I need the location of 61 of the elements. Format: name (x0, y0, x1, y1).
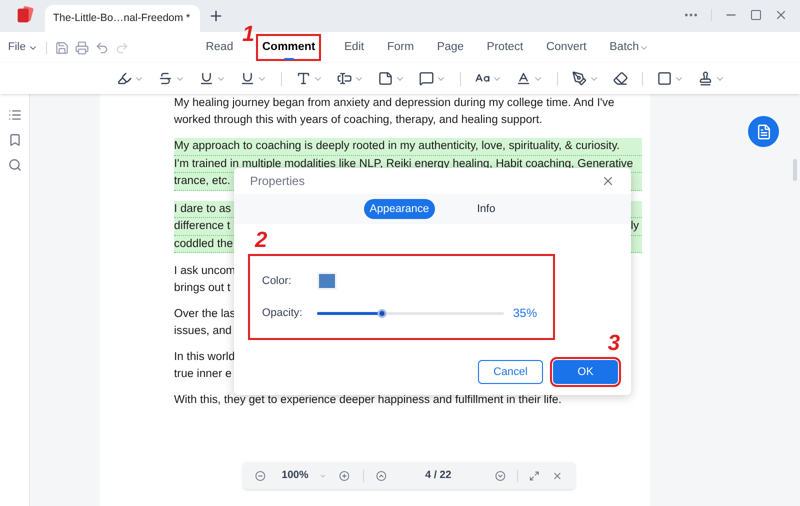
menu-tab[interactable]: Form (387, 38, 414, 56)
fullscreen-icon[interactable] (528, 468, 540, 482)
pen-icon[interactable] (572, 71, 587, 86)
menu-tab[interactable]: Edit (344, 38, 364, 56)
underline-icon[interactable] (199, 71, 214, 86)
print-icon[interactable] (74, 40, 89, 54)
page-indicator[interactable]: 4 / 22 (425, 468, 452, 484)
dialog-tab[interactable]: Appearance (364, 198, 435, 220)
outline-icon[interactable] (8, 108, 22, 122)
text-box-icon[interactable] (337, 71, 352, 86)
menu-tab[interactable]: Read (206, 38, 234, 56)
close-icon[interactable] (601, 174, 615, 188)
highlighter-icon[interactable] (117, 71, 132, 86)
text-icon[interactable] (296, 71, 311, 86)
rectangle-icon[interactable] (657, 71, 672, 86)
ok-button[interactable]: OK (553, 360, 618, 384)
comment-icon[interactable] (419, 71, 434, 86)
underline-icon[interactable] (240, 71, 255, 86)
undo-icon[interactable] (94, 40, 109, 54)
text-line: brings out t (174, 280, 230, 296)
note-icon[interactable] (378, 71, 393, 86)
text-line: worked through this with years of coaching, therapy, and healing support. (174, 112, 542, 128)
zoom-in-icon[interactable] (339, 468, 350, 482)
stamp-icon[interactable] (698, 71, 713, 86)
file-menu[interactable]: File (8, 39, 38, 56)
new-tab-icon[interactable] (208, 8, 224, 24)
callout-number: 3 (608, 332, 620, 354)
menu-tab[interactable]: Convert (546, 38, 587, 56)
dialog-title: Properties (250, 173, 305, 190)
zoom-out-icon[interactable] (255, 468, 266, 482)
baseline-icon[interactable] (516, 71, 531, 86)
text-line: issues, and (174, 324, 232, 338)
text-line: With this, they get to experience deeper happiness and fulfillment in their life. (174, 393, 562, 408)
eraser-icon[interactable] (613, 71, 628, 86)
menu-tab[interactable]: Batch (610, 38, 639, 56)
bookmark-icon[interactable] (8, 133, 22, 147)
next-page-icon[interactable] (495, 468, 506, 482)
dialog-tab[interactable]: Info (470, 198, 502, 220)
document-icon (756, 124, 772, 140)
color-swatch[interactable] (317, 272, 338, 290)
save-icon[interactable] (54, 40, 69, 54)
strikethrough-icon[interactable] (158, 71, 173, 86)
text-line: In this world (174, 350, 235, 365)
cancel-button[interactable]: Cancel (478, 360, 543, 384)
close-icon[interactable] (774, 8, 788, 22)
menu-tab[interactable]: Page (436, 38, 464, 56)
text-line: My healing journey began from anxiety and depression during my college time. And I've (174, 96, 614, 111)
zoom-level[interactable]: 100% (282, 468, 308, 484)
search-icon[interactable] (8, 158, 22, 172)
menu-tab[interactable]: Comment (256, 34, 322, 62)
opacity-label: Opacity: (262, 306, 304, 321)
previous-page-icon[interactable] (376, 468, 388, 482)
document-tab[interactable]: The-Little-Bo…nal-Freedom * (45, 5, 200, 32)
color-label: Color: (262, 274, 292, 289)
text-line: true inner e (174, 366, 232, 382)
maximize-icon[interactable] (750, 9, 762, 21)
text-line: I ask uncom (174, 264, 236, 279)
opacity-value: 35% (513, 305, 538, 322)
opacity-slider[interactable] (317, 308, 504, 318)
menu-tab[interactable]: Protect (486, 38, 524, 56)
callout-number: 1 (242, 22, 254, 45)
